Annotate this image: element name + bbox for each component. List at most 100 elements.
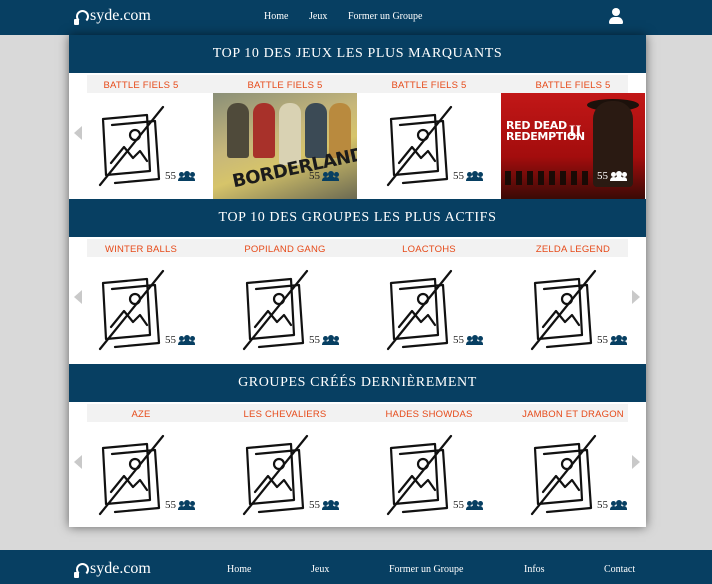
image-placeholder-icon <box>530 434 597 516</box>
member-count-value: 55 <box>597 334 608 346</box>
image-placeholder-icon <box>98 434 165 516</box>
footer-logo-text: syde.com <box>90 560 151 577</box>
card-thumbnail: 55 <box>69 93 213 199</box>
section-title: TOP 10 DES JEUX LES PLUS MARQUANTS <box>69 35 646 73</box>
group-card[interactable]: JAMBON ET DRAGON 55 <box>501 402 645 528</box>
headset-logo-icon <box>74 562 89 578</box>
section-active-groups: TOP 10 DES GROUPES LES PLUS ACTIFS WINTE… <box>69 199 646 363</box>
game-card[interactable]: BATTLE FIELS 5 55 <box>357 73 501 199</box>
section-top-games: TOP 10 DES JEUX LES PLUS MARQUANTS BATTL… <box>69 35 646 199</box>
card-thumbnail: 55 <box>213 257 357 363</box>
cover-riders <box>505 171 589 185</box>
users-icon <box>322 335 339 345</box>
cover-figure <box>279 103 301 165</box>
footer-contact-link[interactable]: Contact <box>604 564 635 575</box>
member-count: 55 <box>165 334 195 346</box>
image-placeholder-icon <box>242 434 309 516</box>
card-title: WINTER BALLS <box>104 244 178 255</box>
member-count-value: 55 <box>165 170 176 182</box>
section-title: TOP 10 DES GROUPES LES PLUS ACTIFS <box>69 199 646 237</box>
footer: syde.com Home Jeux Former un Groupe Info… <box>0 550 712 584</box>
cover-figure <box>253 103 275 158</box>
carousel: WINTER BALLS 55 POPILAND GANG 55 LOACTOH… <box>69 237 646 363</box>
footer-games-link[interactable]: Jeux <box>311 564 329 575</box>
card-thumbnail: 55 <box>357 422 501 528</box>
users-icon <box>466 500 483 510</box>
member-count-value: 55 <box>165 334 176 346</box>
card-title: BATTLE FIELS 5 <box>103 80 179 91</box>
member-count: 55 <box>453 334 483 346</box>
card-title: BATTLE FIELS 5 <box>535 80 611 91</box>
users-icon <box>322 500 339 510</box>
image-placeholder-icon <box>386 269 453 351</box>
users-icon <box>178 500 195 510</box>
card-thumbnail: 55 <box>69 257 213 363</box>
game-cover-borderlands: BORDERLANDS2 <box>213 93 357 199</box>
member-count: 55 <box>597 499 627 511</box>
member-count: 55 <box>165 170 195 182</box>
users-icon <box>466 171 483 181</box>
group-card[interactable]: LES CHEVALIERS 55 <box>213 402 357 528</box>
group-card[interactable]: WINTER BALLS 55 <box>69 237 213 363</box>
card-thumbnail: 55 <box>501 257 645 363</box>
users-icon <box>178 335 195 345</box>
footer-infos-link[interactable]: Infos <box>524 564 545 575</box>
game-cover-red-dead: RED DEAD REDEMPTION II <box>501 93 645 199</box>
card-thumbnail: 55 <box>69 422 213 528</box>
section-recent-groups: GROUPES CRÉÉS DERNIÈREMENT AZE 55 LES CH… <box>69 364 646 528</box>
card-title: HADES SHOWDAS <box>385 409 473 420</box>
game-card[interactable]: BATTLE FIELS 5 55 <box>69 73 213 199</box>
card-title: AZE <box>131 409 151 420</box>
image-placeholder-icon <box>98 269 165 351</box>
nav-home-link[interactable]: Home <box>264 11 288 22</box>
site-logo-text: syde.com <box>90 7 151 24</box>
section-title: GROUPES CRÉÉS DERNIÈREMENT <box>69 364 646 402</box>
nav-create-group-link[interactable]: Former un Groupe <box>348 11 422 22</box>
user-icon[interactable] <box>609 8 623 24</box>
member-count-value: 55 <box>597 499 608 511</box>
member-count-value: 55 <box>597 170 608 182</box>
group-card[interactable]: AZE 55 <box>69 402 213 528</box>
member-count: 55 <box>309 170 339 182</box>
footer-logo[interactable]: syde.com <box>74 560 151 578</box>
group-card[interactable]: HADES SHOWDAS 55 <box>357 402 501 528</box>
footer-create-group-link[interactable]: Former un Groupe <box>389 564 463 575</box>
image-placeholder-icon <box>386 434 453 516</box>
image-placeholder-icon <box>530 269 597 351</box>
card-title: LOACTOHS <box>402 244 456 255</box>
member-count: 55 <box>309 499 339 511</box>
card-title: BATTLE FIELS 5 <box>247 80 323 91</box>
member-count: 55 <box>309 334 339 346</box>
nav-games-link[interactable]: Jeux <box>309 11 327 22</box>
footer-home-link[interactable]: Home <box>227 564 251 575</box>
member-count: 55 <box>597 170 627 182</box>
card-thumbnail: 55 <box>501 422 645 528</box>
main-panel: TOP 10 DES JEUX LES PLUS MARQUANTS BATTL… <box>69 35 646 527</box>
member-count-value: 55 <box>453 499 464 511</box>
member-count-value: 55 <box>309 170 320 182</box>
cover-roman-numeral: II <box>569 123 582 140</box>
headset-logo-icon <box>74 9 89 25</box>
member-count: 55 <box>597 334 627 346</box>
group-card[interactable]: POPILAND GANG 55 <box>213 237 357 363</box>
member-count: 55 <box>453 499 483 511</box>
cover-figure <box>305 103 327 158</box>
users-icon <box>178 171 195 181</box>
card-thumbnail: 55 <box>357 93 501 199</box>
member-count: 55 <box>453 170 483 182</box>
game-card[interactable]: BATTLE FIELS 5 RED DEAD REDEMPTION II 55 <box>501 73 645 199</box>
top-navbar: syde.com Home Jeux Former un Groupe <box>0 0 712 35</box>
users-icon <box>610 335 627 345</box>
users-icon <box>610 500 627 510</box>
site-logo[interactable]: syde.com <box>74 7 151 25</box>
card-title: ZELDA LEGEND <box>535 244 611 255</box>
card-title: JAMBON ET DRAGON <box>522 409 624 420</box>
carousel: AZE 55 LES CHEVALIERS 55 HADES SHOWDAS 5… <box>69 402 646 528</box>
group-card[interactable]: LOACTOHS 55 <box>357 237 501 363</box>
group-card[interactable]: ZELDA LEGEND 55 <box>501 237 645 363</box>
member-count: 55 <box>165 499 195 511</box>
game-card[interactable]: BATTLE FIELS 5 BORDERLANDS2 55 <box>213 73 357 199</box>
card-title: LES CHEVALIERS <box>243 409 327 420</box>
member-count-value: 55 <box>309 334 320 346</box>
card-thumbnail: 55 <box>357 257 501 363</box>
